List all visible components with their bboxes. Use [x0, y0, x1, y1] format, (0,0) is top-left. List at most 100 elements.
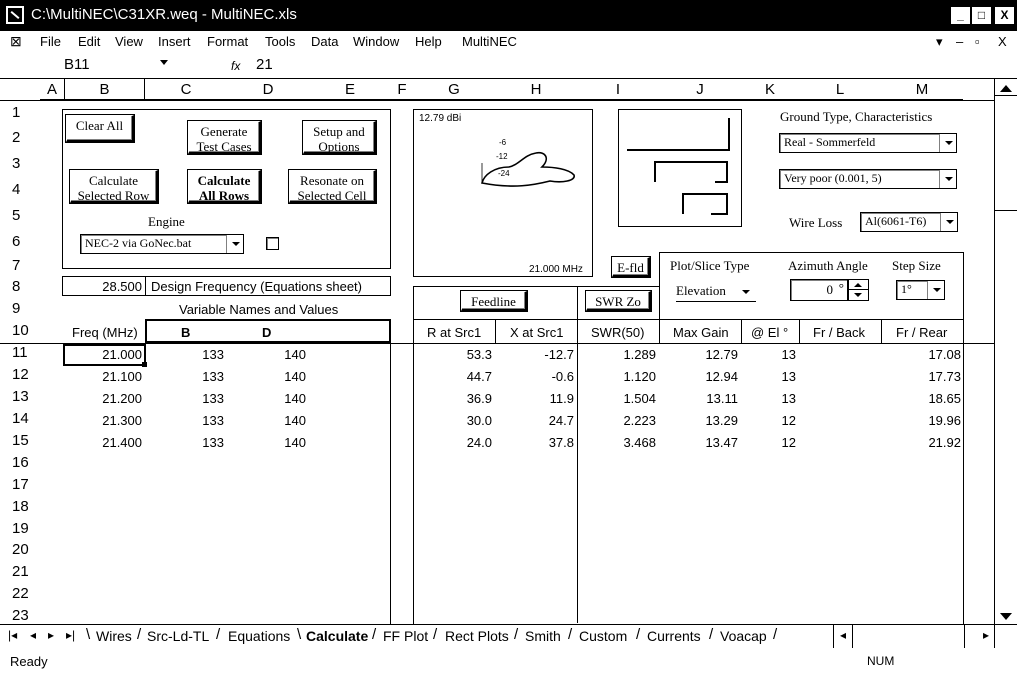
- row-header-22[interactable]: 22: [0, 585, 40, 602]
- formula-input[interactable]: 21: [256, 56, 273, 73]
- excel-doc-icon[interactable]: ⊠: [10, 33, 22, 50]
- engine-checkbox[interactable]: [266, 237, 279, 250]
- design-frequency-value[interactable]: 28.500: [64, 279, 142, 294]
- menu-tools[interactable]: Tools: [265, 34, 295, 49]
- step-size-dropdown-arrow-icon[interactable]: [927, 281, 944, 299]
- menu-window[interactable]: Window: [353, 34, 399, 49]
- cell-swr[interactable]: 3.468: [577, 435, 656, 450]
- row-header-23[interactable]: 23: [0, 607, 40, 624]
- vertical-scrollbar[interactable]: [994, 79, 1017, 624]
- cell-max-gain[interactable]: 13.29: [659, 413, 738, 428]
- hscroll-left-icon[interactable]: ◂: [840, 628, 846, 642]
- wire-loss-dropdown[interactable]: Al(6061-T6): [860, 212, 958, 232]
- column-header-k[interactable]: K: [741, 79, 799, 100]
- cell-r[interactable]: 30.0: [413, 413, 492, 428]
- column-header-i[interactable]: I: [577, 79, 659, 100]
- cell-fr-rear[interactable]: 21.92: [881, 435, 961, 450]
- plot-slice-type-dropdown[interactable]: Elevation: [676, 283, 756, 302]
- cell-b[interactable]: 133: [145, 369, 224, 384]
- row-header-7[interactable]: 7: [0, 257, 40, 274]
- calculate-selected-row-button[interactable]: Calculate Selected Row: [70, 170, 158, 203]
- column-header-a[interactable]: A: [40, 79, 64, 100]
- cell-freq[interactable]: 21.100: [64, 369, 142, 384]
- tab-ff-plot[interactable]: FF Plot: [383, 628, 428, 644]
- row-header-5[interactable]: 5: [0, 207, 40, 224]
- cell-r[interactable]: 44.7: [413, 369, 492, 384]
- scroll-up-icon[interactable]: [1000, 85, 1012, 92]
- first-sheet-icon[interactable]: |◂: [8, 628, 17, 642]
- tab-currents[interactable]: Currents: [647, 628, 701, 644]
- scroll-thumb[interactable]: [995, 210, 1017, 211]
- row-header-14[interactable]: 14: [0, 410, 40, 427]
- tab-smith[interactable]: Smith: [525, 628, 561, 644]
- cell-d[interactable]: 140: [227, 435, 306, 450]
- menu-format[interactable]: Format: [207, 34, 248, 49]
- last-sheet-icon[interactable]: ▸|: [66, 628, 75, 642]
- cell-r[interactable]: 53.3: [413, 347, 492, 362]
- next-sheet-icon[interactable]: ▸: [48, 628, 54, 642]
- ground-characteristics-dropdown-arrow-icon[interactable]: [939, 170, 956, 188]
- engine-dropdown-arrow-icon[interactable]: [226, 235, 243, 253]
- column-header-j[interactable]: J: [659, 79, 741, 100]
- doc-minimize-button[interactable]: –: [956, 34, 963, 49]
- prev-sheet-icon[interactable]: ◂: [30, 628, 36, 642]
- close-button[interactable]: X: [994, 6, 1015, 25]
- cell-b[interactable]: 133: [145, 413, 224, 428]
- menu-insert[interactable]: Insert: [158, 34, 191, 49]
- step-size-dropdown[interactable]: 1°: [896, 280, 945, 300]
- wire-loss-dropdown-arrow-icon[interactable]: [940, 213, 957, 231]
- row-header-3[interactable]: 3: [0, 155, 40, 172]
- cell-swr[interactable]: 1.120: [577, 369, 656, 384]
- column-header-b[interactable]: B: [64, 79, 145, 100]
- cell-freq[interactable]: 21.000: [64, 347, 142, 362]
- plot-slice-dropdown-arrow-icon[interactable]: [742, 290, 750, 294]
- tab-split-divider[interactable]: [833, 625, 834, 648]
- name-box[interactable]: B11: [64, 56, 90, 73]
- cell-d[interactable]: 140: [227, 391, 306, 406]
- row-header-1[interactable]: 1: [0, 104, 40, 121]
- cell-elevation[interactable]: 13: [741, 391, 796, 406]
- hscroll-right-icon[interactable]: ▸: [983, 628, 989, 642]
- cell-fr-rear[interactable]: 19.96: [881, 413, 961, 428]
- cell-x[interactable]: 11.9: [495, 391, 574, 406]
- tab-equations[interactable]: Equations: [228, 628, 290, 644]
- column-header-h[interactable]: H: [495, 79, 577, 100]
- cell-d[interactable]: 140: [227, 347, 306, 362]
- doc-menu-dropdown[interactable]: ▾: [936, 34, 943, 50]
- tab-custom[interactable]: Custom: [579, 628, 627, 644]
- cell-x[interactable]: -12.7: [495, 347, 574, 362]
- hscroll-thumb[interactable]: [964, 625, 965, 648]
- row-header-17[interactable]: 17: [0, 476, 40, 493]
- menu-file[interactable]: File: [40, 34, 61, 49]
- tab-voacap[interactable]: Voacap: [720, 628, 767, 644]
- function-icon[interactable]: fx: [231, 59, 240, 73]
- cell-swr[interactable]: 1.504: [577, 391, 656, 406]
- row-header-13[interactable]: 13: [0, 388, 40, 405]
- column-header-e[interactable]: E: [309, 79, 391, 100]
- e-field-button[interactable]: E-fld: [612, 257, 650, 277]
- row-header-4[interactable]: 4: [0, 181, 40, 198]
- fill-handle[interactable]: [142, 362, 147, 367]
- cell-freq[interactable]: 21.300: [64, 413, 142, 428]
- ground-type-dropdown-arrow-icon[interactable]: [939, 134, 956, 152]
- row-header-15[interactable]: 15: [0, 432, 40, 449]
- column-header-f[interactable]: F: [391, 79, 413, 100]
- row-header-10[interactable]: 10: [0, 322, 40, 339]
- cell-max-gain[interactable]: 13.47: [659, 435, 738, 450]
- row-header-19[interactable]: 19: [0, 520, 40, 537]
- azimuth-angle-input[interactable]: 0 °: [790, 279, 848, 301]
- cell-x[interactable]: -0.6: [495, 369, 574, 384]
- cell-swr[interactable]: 1.289: [577, 347, 656, 362]
- cell-fr-rear[interactable]: 18.65: [881, 391, 961, 406]
- cell-elevation[interactable]: 12: [741, 435, 796, 450]
- cell-r[interactable]: 24.0: [413, 435, 492, 450]
- worksheet-grid[interactable]: A B C D E F G H I J K L M 1 2 3 4 5 6 7 …: [0, 79, 994, 624]
- scroll-down-icon[interactable]: [1000, 613, 1012, 620]
- ground-characteristics-dropdown[interactable]: Very poor (0.001, 5): [779, 169, 957, 189]
- cell-b[interactable]: 133: [145, 435, 224, 450]
- tab-calculate[interactable]: Calculate: [306, 628, 368, 644]
- cell-fr-rear[interactable]: 17.73: [881, 369, 961, 384]
- cell-max-gain[interactable]: 13.11: [659, 391, 738, 406]
- doc-close-button[interactable]: X: [998, 34, 1007, 49]
- menu-multinec[interactable]: MultiNEC: [462, 34, 517, 49]
